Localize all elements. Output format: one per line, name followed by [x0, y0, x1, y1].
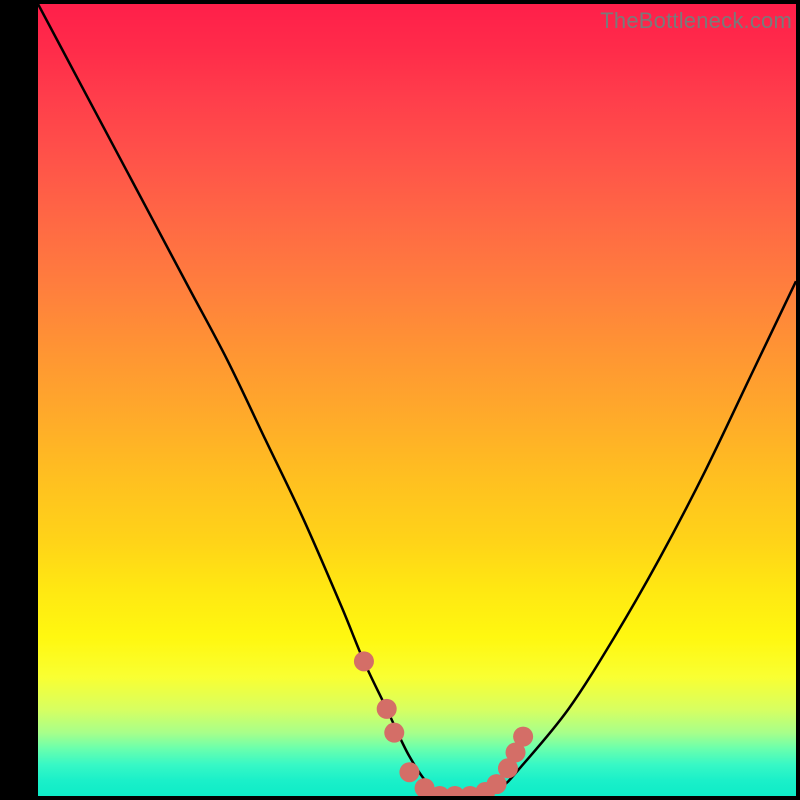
curve-layer — [38, 4, 796, 796]
highlight-dots-group — [354, 651, 533, 796]
highlight-dot — [498, 758, 518, 778]
highlight-dot — [430, 786, 450, 796]
bottleneck-curve — [38, 4, 796, 796]
highlight-dot — [475, 782, 495, 796]
attribution-text: TheBottleneck.com — [600, 8, 792, 34]
highlight-dot — [384, 723, 404, 743]
highlight-dot — [487, 774, 507, 794]
highlight-dot — [460, 786, 480, 796]
highlight-dot — [415, 778, 435, 796]
highlight-dot — [513, 727, 533, 747]
highlight-dot — [445, 786, 465, 796]
plot-area — [38, 4, 796, 796]
highlight-dot — [506, 742, 526, 762]
highlight-dot — [399, 762, 419, 782]
chart-frame: TheBottleneck.com — [0, 0, 800, 800]
highlight-dot — [354, 651, 374, 671]
highlight-dot — [377, 699, 397, 719]
